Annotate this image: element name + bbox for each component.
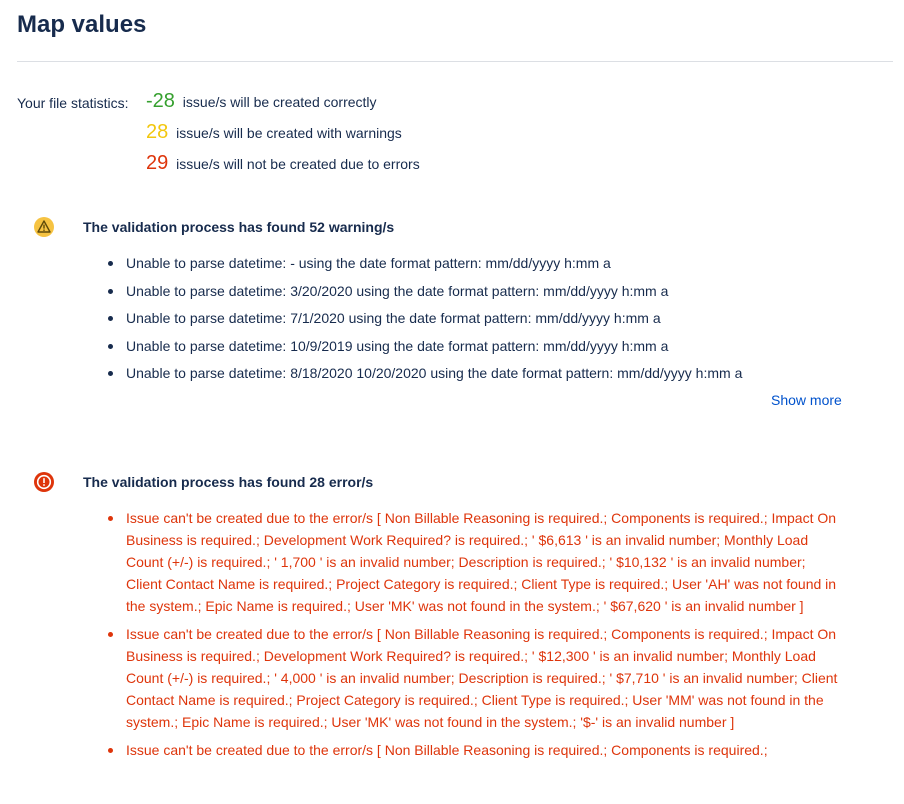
warning-item: Unable to parse datetime: - using the da… — [105, 253, 742, 273]
error-circle-icon — [33, 471, 55, 493]
errors-section-header: The validation process has found 28 erro… — [33, 471, 373, 493]
warning-item: Unable to parse datetime: 10/9/2019 usin… — [105, 336, 742, 356]
stat-correct-text: issue/s will be created correctly — [182, 94, 377, 110]
stat-warnings-text: issue/s will be created with warnings — [176, 125, 402, 141]
warning-item: Unable to parse datetime: 7/1/2020 using… — [105, 308, 742, 328]
show-more-link[interactable]: Show more — [771, 390, 842, 410]
stat-errors-count: 29 — [146, 152, 169, 174]
error-item: Issue can't be created due to the error/… — [105, 507, 845, 617]
warnings-list: Unable to parse datetime: - using the da… — [105, 253, 742, 391]
errors-list: Issue can't be created due to the error/… — [105, 507, 845, 767]
warnings-section-header: The validation process has found 52 warn… — [33, 216, 394, 238]
title-divider — [17, 61, 893, 62]
error-item: Issue can't be created due to the error/… — [105, 623, 845, 733]
stat-correct-count: -28 — [146, 90, 175, 112]
map-values-page: Map values Your file statistics: -28 iss… — [0, 0, 904, 804]
warning-item: Unable to parse datetime: 3/20/2020 usin… — [105, 281, 742, 301]
errors-title: The validation process has found 28 erro… — [83, 474, 374, 490]
stat-warnings: 28 issue/s will be created with warnings — [146, 122, 402, 143]
stat-errors-text: issue/s will not be created due to error… — [176, 156, 420, 172]
page-title: Map values — [17, 11, 147, 38]
stat-errors: 29 issue/s will not be created due to er… — [146, 153, 420, 174]
warnings-title: The validation process has found 52 warn… — [83, 219, 395, 235]
warning-item: Unable to parse datetime: 8/18/2020 10/2… — [105, 363, 742, 383]
file-statistics-label: Your file statistics: — [17, 95, 129, 111]
warning-triangle-icon — [33, 216, 55, 238]
stat-correct: -28 issue/s will be created correctly — [146, 91, 377, 112]
error-item: Issue can't be created due to the error/… — [105, 739, 845, 761]
stat-warnings-count: 28 — [146, 121, 169, 143]
